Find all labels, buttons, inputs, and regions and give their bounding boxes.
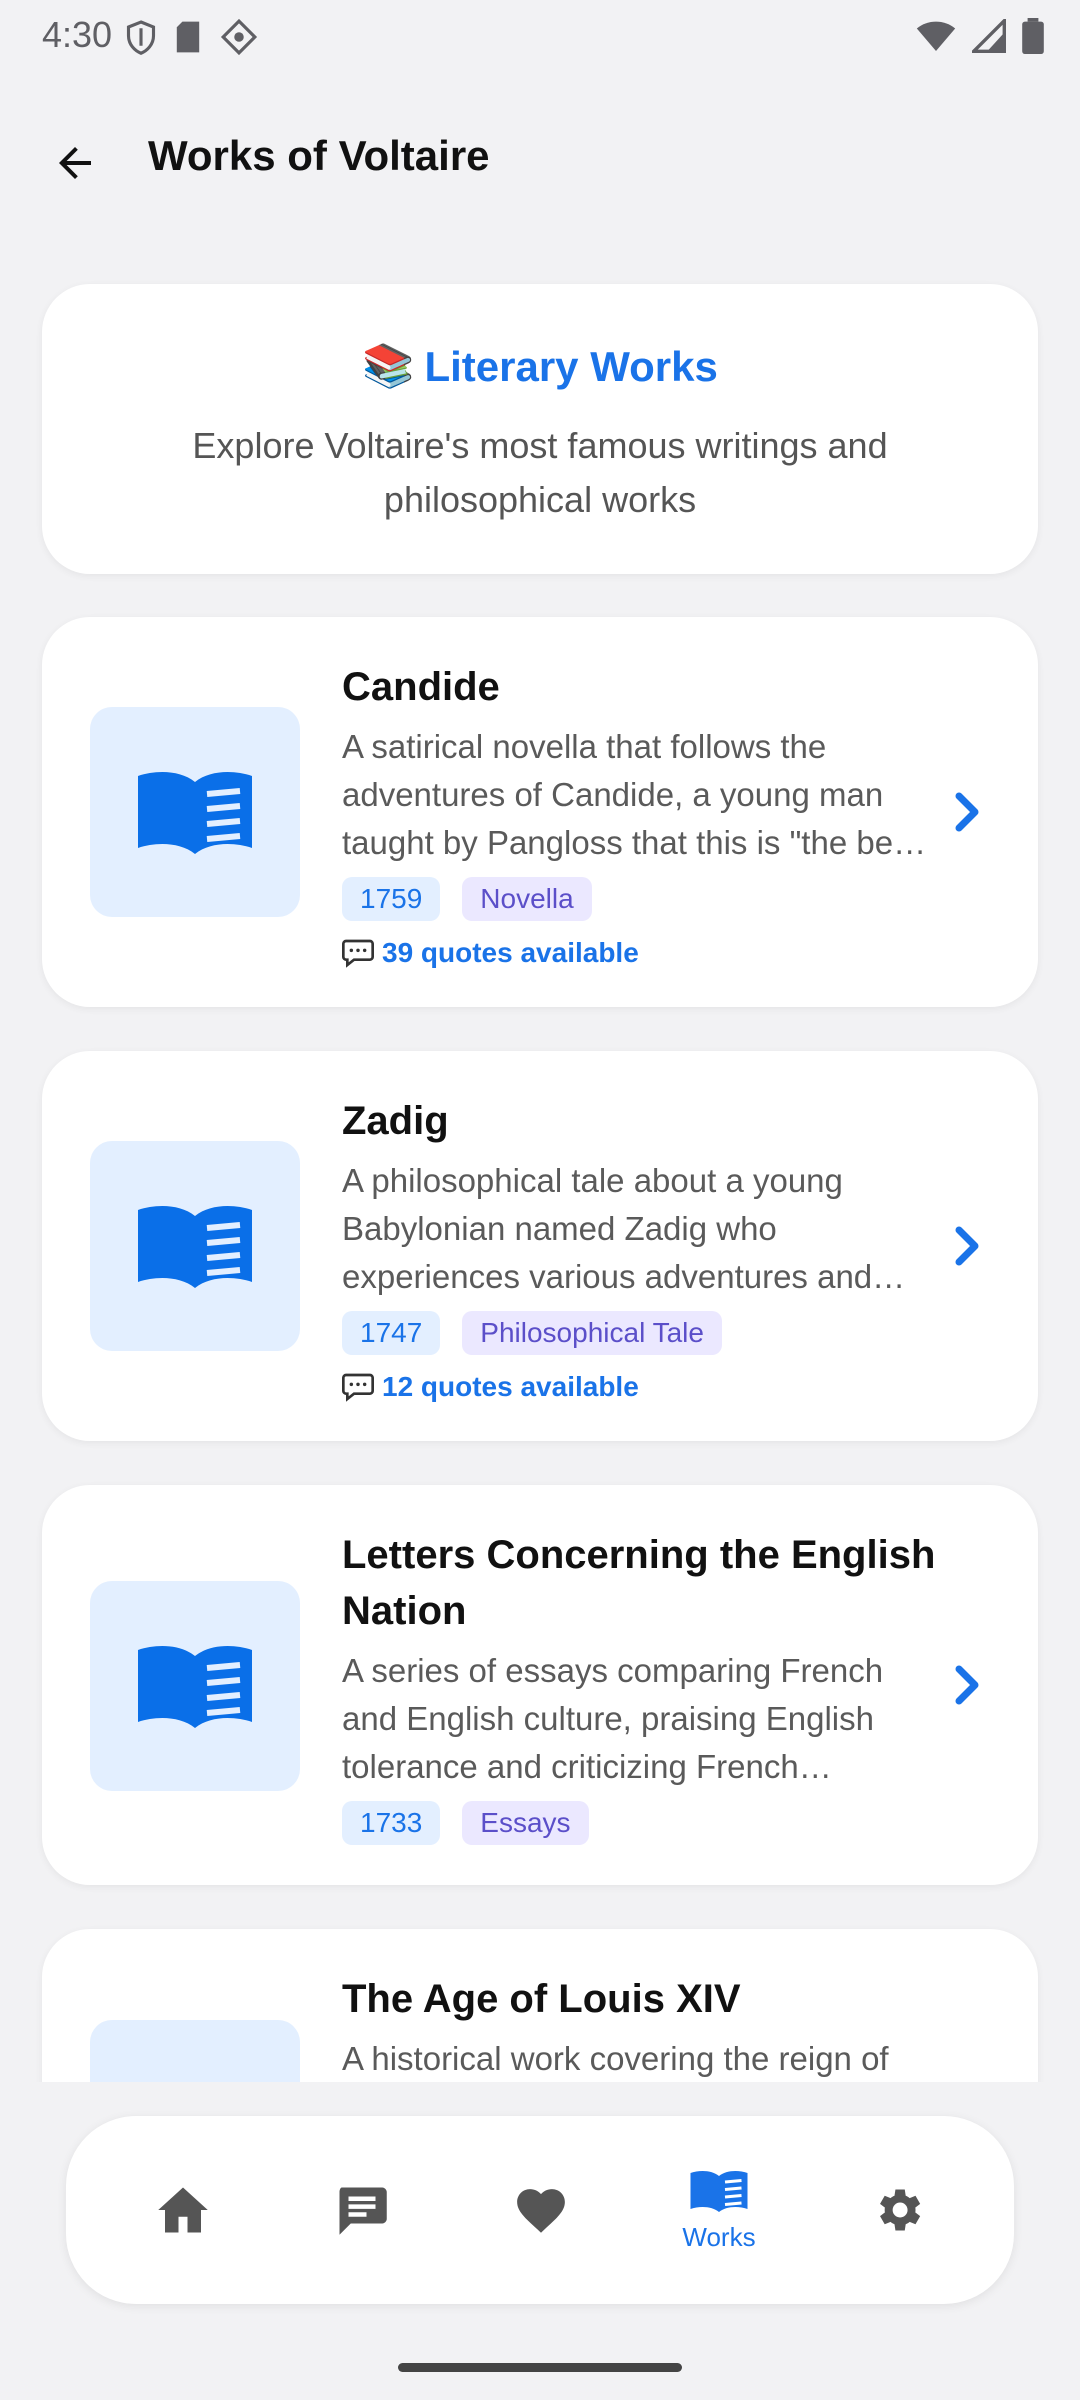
books-emoji-icon: 📚 (362, 342, 415, 389)
work-thumbnail (90, 2020, 300, 2082)
intro-title-text: Literary Works (424, 342, 718, 390)
shield-icon (126, 19, 156, 60)
work-info: Letters Concerning the English Nation A … (342, 1527, 942, 1845)
speech-bubble-icon (342, 1373, 374, 1402)
quotes-count-text: 12 quotes available (382, 1371, 639, 1402)
work-thumbnail (90, 1141, 300, 1351)
year-badge: 1733 (342, 1801, 441, 1845)
status-time: 4:30 (42, 14, 113, 55)
signal-icon (969, 16, 1006, 58)
book-icon (138, 772, 252, 854)
works-list[interactable]: 📚 Literary Works Explore Voltaire's most… (0, 240, 1080, 2082)
status-right-icons (916, 16, 1044, 59)
home-icon (158, 2187, 208, 2233)
work-card-zadig[interactable]: Zadig A philosophical tale about a young… (42, 1051, 1038, 1441)
chevron-right-icon[interactable] (948, 782, 988, 842)
chevron-right-icon[interactable] (948, 1216, 988, 1276)
year-badge: 1759 (342, 877, 441, 921)
back-button[interactable] (40, 128, 110, 198)
intro-subtitle: Explore Voltaire's most famous writings … (192, 425, 888, 520)
battery-icon (1022, 18, 1044, 59)
status-bar: 4:30 (0, 0, 1080, 80)
work-description: A historical work covering the reign of … (342, 2040, 889, 2077)
year-badge: 1747 (342, 1311, 441, 1355)
nav-settings[interactable] (823, 2116, 973, 2304)
work-info: Zadig A philosophical tale about a young… (342, 1093, 942, 1403)
work-description: A philosophical tale about a young Babyl… (342, 1162, 873, 1295)
intro-card: 📚 Literary Works Explore Voltaire's most… (42, 284, 1038, 574)
wifi-icon (916, 19, 956, 58)
chevron-right-icon[interactable] (948, 1655, 988, 1715)
work-thumbnail (90, 1581, 300, 1791)
sd-card-icon (174, 20, 202, 59)
book-icon (690, 2170, 748, 2212)
work-card-candide[interactable]: Candide A satirical novella that follows… (42, 617, 1038, 1007)
nav-works-label: Works (682, 2221, 756, 2252)
genre-badge: Philosophical Tale (462, 1311, 722, 1355)
genre-badge: Novella (462, 877, 592, 921)
page-title: Works of Voltaire (148, 132, 490, 179)
genre-badge: Essays (462, 1801, 589, 1845)
top-app-bar: Works of Voltaire (0, 110, 1080, 210)
work-tags: 1759 Novella (342, 877, 942, 921)
status-left-icons (126, 18, 258, 61)
book-icon (138, 1646, 252, 1728)
gear-icon (880, 2189, 921, 2231)
speech-bubble-icon (342, 939, 374, 968)
quotes-count-text: 39 quotes available (382, 937, 639, 968)
nav-favorites[interactable] (466, 2116, 616, 2304)
nav-quotes[interactable] (287, 2116, 437, 2304)
work-title: Candide (342, 665, 500, 709)
work-description: A satirical novella that follows the adv… (342, 728, 919, 861)
nav-works[interactable]: Works (644, 2116, 794, 2304)
bottom-nav-area: Works (0, 2082, 1080, 2400)
work-card-letters[interactable]: Letters Concerning the English Nation A … (42, 1485, 1038, 1885)
work-title: The Age of Louis XIV (342, 1977, 741, 2021)
heart-icon (517, 2189, 565, 2233)
chat-icon (339, 2187, 387, 2235)
arrow-back-icon (59, 147, 91, 179)
work-title: Zadig (342, 1099, 449, 1143)
nav-home[interactable] (108, 2116, 258, 2304)
work-info: The Age of Louis XIV A historical work c… (342, 1971, 942, 2082)
sync-diamond-icon (220, 18, 258, 61)
quotes-count: 12 quotes available (342, 1371, 942, 1403)
work-title: Letters Concerning the English Nation (342, 1533, 936, 1633)
book-icon (138, 1206, 252, 1288)
work-thumbnail (90, 707, 300, 917)
work-tags: 1733 Essays (342, 1801, 942, 1845)
intro-title: 📚 Literary Works (42, 342, 1038, 391)
bottom-navigation: Works (66, 2116, 1014, 2304)
work-card-age-of-louis[interactable]: The Age of Louis XIV A historical work c… (42, 1929, 1038, 2082)
work-tags: 1747 Philosophical Tale (342, 1311, 942, 1355)
home-indicator (398, 2363, 682, 2372)
work-info: Candide A satirical novella that follows… (342, 659, 942, 969)
work-description: A series of essays comparing French and … (342, 1652, 884, 1785)
quotes-count: 39 quotes available (342, 937, 942, 969)
